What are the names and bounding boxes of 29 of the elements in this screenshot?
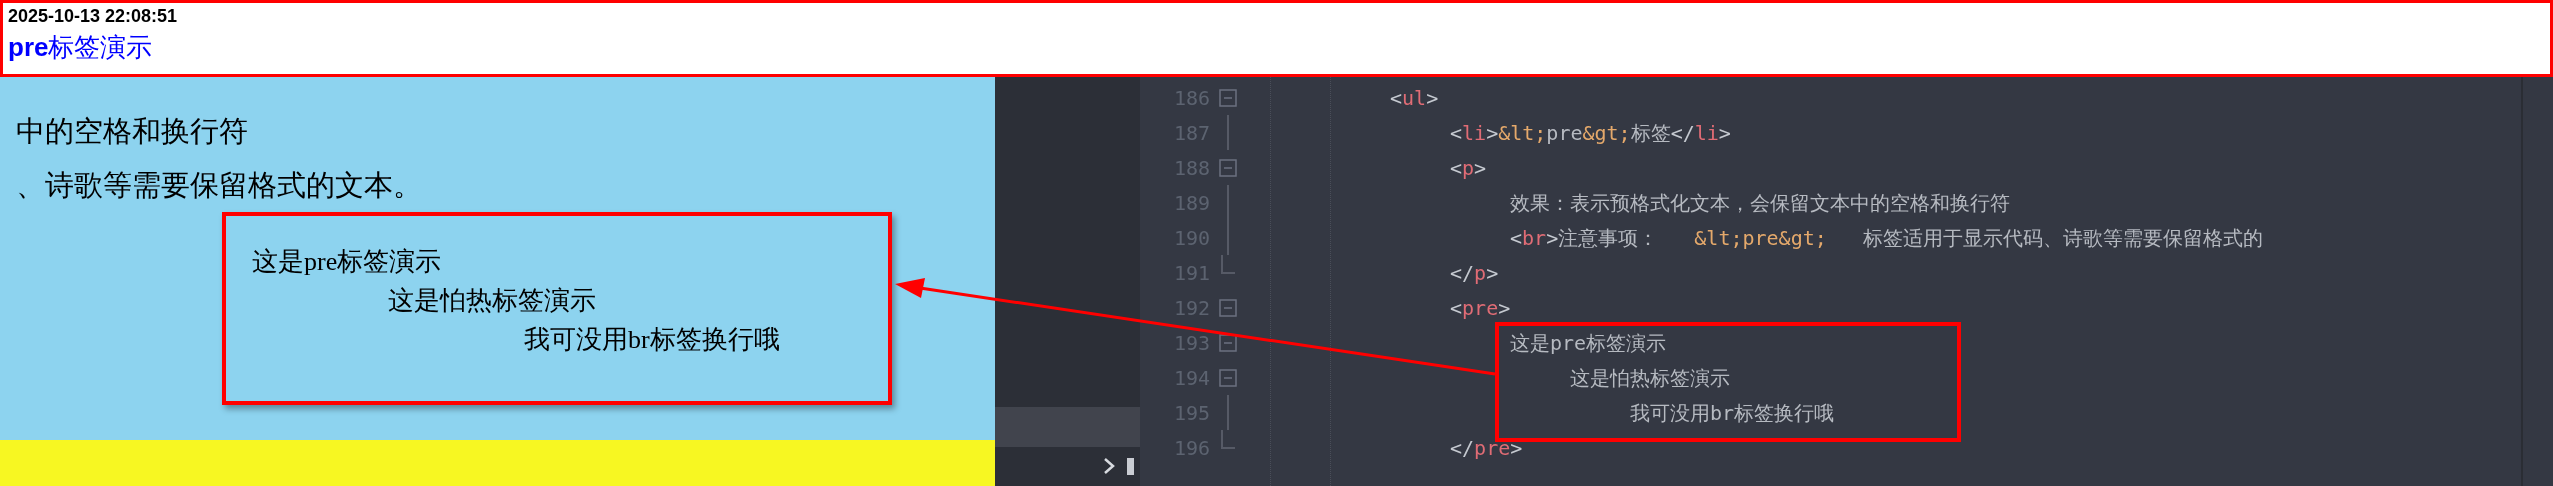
code-line: 我可没用br标签换行哦: [1629, 399, 1835, 427]
code-line: </p>: [1449, 259, 1499, 287]
fold-line: [1226, 115, 1229, 150]
fold-toggle-icon[interactable]: [1218, 333, 1237, 352]
fold-toggle-icon[interactable]: [1218, 88, 1237, 107]
code-line: <pre>: [1449, 294, 1511, 322]
preview-text: 、诗歌等需要保留格式的文本。: [16, 168, 423, 202]
code-line: 这是怕热标签演示: [1569, 364, 1730, 392]
fold-end-icon: [1220, 255, 1235, 274]
timestamp: 2025-10-13 22:08:51: [8, 5, 179, 28]
fold-toggle-icon[interactable]: [1218, 158, 1237, 177]
code-line: 效果：表示预格式化文本，会保留文本中的空格和换行符: [1509, 189, 2010, 217]
fold-line: [1226, 395, 1229, 430]
chevron-right-icon[interactable]: [1103, 457, 1115, 475]
pre-text-line: 这是怕热标签演示: [387, 285, 597, 317]
fold-toggle-icon[interactable]: [1218, 298, 1237, 317]
code-line: </pre>: [1449, 434, 1523, 462]
code-line: <br>注意事项： &lt;pre&gt; 标签适用于显示代码、诗歌等需要保留格式的: [1509, 224, 2263, 252]
pre-text-line: 这是pre标签演示: [252, 246, 443, 278]
page-title: pre标签演示: [8, 31, 154, 64]
pre-text-line: 我可没用br标签换行哦: [523, 324, 781, 356]
code-line: <li>&lt;pre&gt;标签</li>: [1449, 119, 1731, 147]
preview-text: 中的空格和换行符: [16, 114, 249, 148]
cursor-bar-icon: [1127, 457, 1134, 475]
code-line: <p>: [1449, 154, 1487, 182]
fold-end-icon: [1220, 430, 1235, 449]
fold-toggle-icon[interactable]: [1218, 368, 1237, 387]
code-line: <ul>: [1389, 84, 1439, 112]
code-line: 这是pre标签演示: [1509, 329, 1667, 357]
